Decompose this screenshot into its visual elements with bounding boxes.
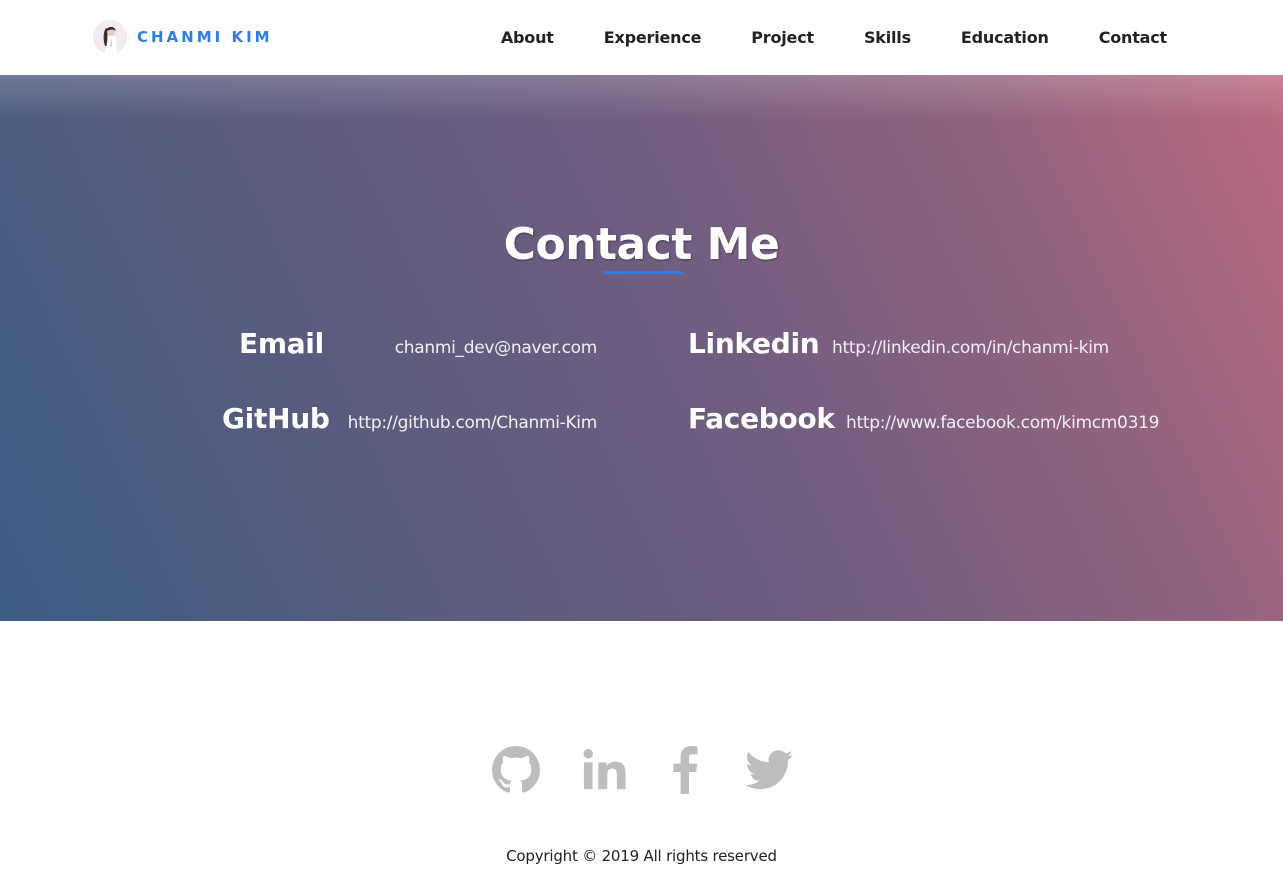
github-label: GitHub [222, 402, 330, 435]
title-underline [603, 271, 683, 274]
main-nav: About Experience Project Skills Educatio… [501, 27, 1167, 49]
nav-about[interactable]: About [501, 27, 554, 49]
brand-name: CHANMI KIM [137, 28, 273, 46]
copyright-text: Copyright © 2019 All rights reserved [506, 847, 777, 865]
nav-contact[interactable]: Contact [1099, 27, 1168, 49]
facebook-link[interactable]: http://www.facebook.com/kimcm0319 [846, 412, 1159, 434]
twitter-icon[interactable] [744, 745, 794, 795]
contact-section: Contact Me Email chanmi_dev@naver.com Li… [0, 75, 1283, 621]
social-links [0, 745, 1283, 795]
linkedin-link[interactable]: http://linkedin.com/in/chanmi-kim [832, 337, 1109, 359]
facebook-icon[interactable] [660, 745, 710, 795]
facebook-label: Facebook [688, 402, 835, 435]
nav-skills[interactable]: Skills [864, 27, 911, 49]
section-title: Contact Me [503, 219, 780, 270]
email-label: Email [239, 327, 324, 360]
nav-project[interactable]: Project [751, 27, 814, 49]
brand[interactable]: CHANMI KIM [93, 20, 273, 54]
nav-education[interactable]: Education [961, 27, 1049, 49]
github-link[interactable]: http://github.com/Chanmi-Kim [348, 412, 598, 434]
linkedin-icon[interactable] [580, 745, 630, 795]
site-header: CHANMI KIM About Experience Project Skil… [0, 0, 1283, 75]
nav-experience[interactable]: Experience [604, 27, 702, 49]
avatar [93, 20, 127, 54]
email-link[interactable]: chanmi_dev@naver.com [395, 337, 598, 359]
github-icon[interactable] [491, 745, 541, 795]
linkedin-label: Linkedin [688, 327, 820, 360]
